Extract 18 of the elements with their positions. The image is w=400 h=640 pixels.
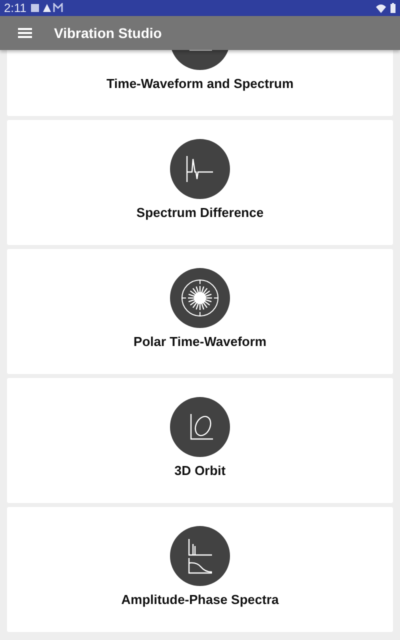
tool-card[interactable]: 3D Orbit xyxy=(7,378,393,503)
battery-icon xyxy=(390,3,396,13)
notification-icons xyxy=(30,3,64,13)
tool-card[interactable]: Polar Time-Waveform xyxy=(7,249,393,374)
card-label: Spectrum Difference xyxy=(136,205,264,220)
card-label: 3D Orbit xyxy=(174,463,226,478)
app-title: Vibration Studio xyxy=(54,25,162,41)
tool-card[interactable]: Time-Waveform and Spectrum xyxy=(7,50,393,116)
tool-card[interactable]: Amplitude-Phase Spectra xyxy=(7,507,393,632)
card-label: Polar Time-Waveform xyxy=(134,334,266,349)
orbit-icon xyxy=(170,397,230,457)
card-label: Amplitude-Phase Spectra xyxy=(121,592,279,607)
menu-icon[interactable] xyxy=(18,28,32,38)
status-time: 2:11 xyxy=(4,1,26,15)
polar-plot-icon xyxy=(170,268,230,328)
wifi-icon xyxy=(376,4,386,12)
card-label: Time-Waveform and Spectrum xyxy=(106,76,294,91)
tool-card[interactable]: Spectrum Difference xyxy=(7,120,393,245)
